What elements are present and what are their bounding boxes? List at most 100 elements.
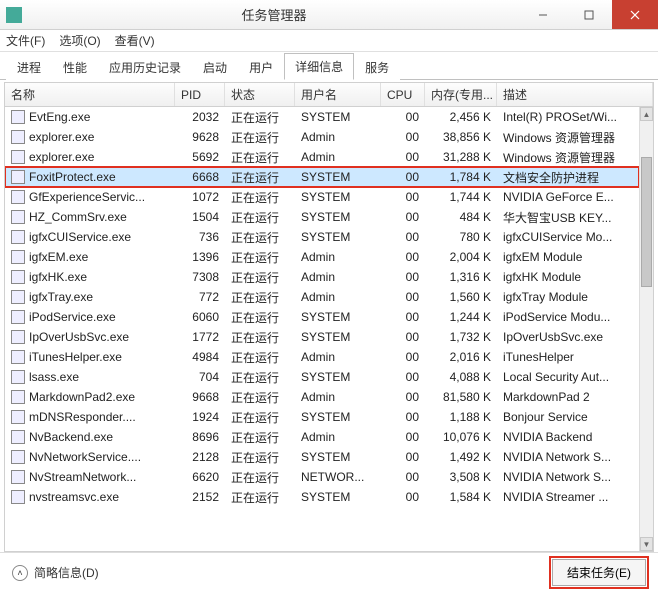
process-icon [11,310,25,324]
cell-pid: 772 [175,287,225,307]
maximize-button[interactable] [566,0,612,29]
cell-mem: 1,188 K [425,407,497,427]
tab-2[interactable]: 应用历史记录 [98,54,192,80]
cell-cpu: 00 [381,327,425,347]
process-icon [11,350,25,364]
cell-name: igfxCUIService.exe [5,227,175,247]
cell-status: 正在运行 [225,147,295,167]
cell-user: Admin [295,427,381,447]
table-row[interactable]: lsass.exe704正在运行SYSTEM004,088 KLocal Sec… [5,367,639,387]
process-icon [11,290,25,304]
cell-pid: 1072 [175,187,225,207]
tab-1[interactable]: 性能 [52,54,98,80]
titlebar: 任务管理器 [0,0,658,30]
process-table: 名称 PID 状态 用户名 CPU 内存(专用... 描述 EvtEng.exe… [4,82,654,552]
cell-desc: NVIDIA Network S... [497,447,639,467]
cell-pid: 2128 [175,447,225,467]
process-icon [11,190,25,204]
cell-user: SYSTEM [295,327,381,347]
tab-0[interactable]: 进程 [6,54,52,80]
col-name[interactable]: 名称 [5,83,175,106]
table-row[interactable]: MarkdownPad2.exe9668正在运行Admin0081,580 KM… [5,387,639,407]
table-row[interactable]: HZ_CommSrv.exe1504正在运行SYSTEM00484 K华大智宝U… [5,207,639,227]
table-row[interactable]: mDNSResponder....1924正在运行SYSTEM001,188 K… [5,407,639,427]
table-row[interactable]: igfxHK.exe7308正在运行Admin001,316 KigfxHK M… [5,267,639,287]
scrollbar[interactable]: ▲ ▼ [639,107,653,551]
app-icon [6,7,22,23]
scroll-up-icon[interactable]: ▲ [640,107,653,121]
process-icon [11,110,25,124]
cell-desc: 华大智宝USB KEY... [497,207,639,227]
col-mem[interactable]: 内存(专用... [425,83,497,106]
cell-mem: 1,316 K [425,267,497,287]
cell-pid: 6620 [175,467,225,487]
table-row[interactable]: explorer.exe9628正在运行Admin0038,856 KWindo… [5,127,639,147]
cell-pid: 7308 [175,267,225,287]
end-task-button[interactable]: 结束任务(E) [552,559,646,586]
tab-6[interactable]: 服务 [354,54,400,80]
table-row[interactable]: igfxCUIService.exe736正在运行SYSTEM00780 Kig… [5,227,639,247]
table-row[interactable]: FoxitProtect.exe6668正在运行SYSTEM001,784 K文… [5,167,639,187]
table-row[interactable]: GfExperienceServic...1072正在运行SYSTEM001,7… [5,187,639,207]
tabs: 进程性能应用历史记录启动用户详细信息服务 [0,52,658,80]
cell-desc: IpOverUsbSvc.exe [497,327,639,347]
cell-desc: NVIDIA GeForce E... [497,187,639,207]
tab-4[interactable]: 用户 [238,54,284,80]
cell-mem: 3,508 K [425,467,497,487]
menu-file[interactable]: 文件(F) [6,32,45,49]
table-row[interactable]: igfxTray.exe772正在运行Admin001,560 KigfxTra… [5,287,639,307]
cell-mem: 1,784 K [425,167,497,187]
cell-user: SYSTEM [295,187,381,207]
cell-name: iPodService.exe [5,307,175,327]
table-row[interactable]: nvstreamsvc.exe2152正在运行SYSTEM001,584 KNV… [5,487,639,507]
col-desc[interactable]: 描述 [497,83,653,106]
cell-name: IpOverUsbSvc.exe [5,327,175,347]
close-button[interactable] [612,0,658,29]
menu-options[interactable]: 选项(O) [59,32,100,49]
cell-user: Admin [295,387,381,407]
col-cpu[interactable]: CPU [381,83,425,106]
cell-status: 正在运行 [225,207,295,227]
cell-user: Admin [295,247,381,267]
table-row[interactable]: IpOverUsbSvc.exe1772正在运行SYSTEM001,732 KI… [5,327,639,347]
table-row[interactable]: explorer.exe5692正在运行Admin0031,288 KWindo… [5,147,639,167]
minimize-button[interactable] [520,0,566,29]
cell-cpu: 00 [381,267,425,287]
tab-5[interactable]: 详细信息 [284,53,354,80]
process-icon [11,330,25,344]
cell-mem: 1,584 K [425,487,497,507]
cell-pid: 9668 [175,387,225,407]
cell-status: 正在运行 [225,227,295,247]
cell-desc: NVIDIA Backend [497,427,639,447]
process-icon [11,210,25,224]
cell-name: GfExperienceServic... [5,187,175,207]
cell-cpu: 00 [381,167,425,187]
table-row[interactable]: NvStreamNetwork...6620正在运行NETWOR...003,5… [5,467,639,487]
cell-desc: Local Security Aut... [497,367,639,387]
col-status[interactable]: 状态 [225,83,295,106]
process-icon [11,250,25,264]
col-user[interactable]: 用户名 [295,83,381,106]
table-row[interactable]: igfxEM.exe1396正在运行Admin002,004 KigfxEM M… [5,247,639,267]
col-pid[interactable]: PID [175,83,225,106]
scroll-thumb[interactable] [641,157,652,287]
tab-3[interactable]: 启动 [192,54,238,80]
cell-pid: 9628 [175,127,225,147]
cell-pid: 5692 [175,147,225,167]
table-row[interactable]: iPodService.exe6060正在运行SYSTEM001,244 KiP… [5,307,639,327]
cell-desc: igfxTray Module [497,287,639,307]
cell-mem: 1,744 K [425,187,497,207]
table-row[interactable]: NvBackend.exe8696正在运行Admin0010,076 KNVID… [5,427,639,447]
cell-status: 正在运行 [225,407,295,427]
cell-status: 正在运行 [225,107,295,127]
table-row[interactable]: iTunesHelper.exe4984正在运行Admin002,016 KiT… [5,347,639,367]
table-row[interactable]: EvtEng.exe2032正在运行SYSTEM002,456 KIntel(R… [5,107,639,127]
fewer-details-button[interactable]: ˄ 简略信息(D) [12,564,99,581]
menu-view[interactable]: 查看(V) [115,32,155,49]
table-row[interactable]: NvNetworkService....2128正在运行SYSTEM001,49… [5,447,639,467]
cell-desc: NVIDIA Streamer ... [497,487,639,507]
cell-mem: 2,016 K [425,347,497,367]
cell-status: 正在运行 [225,427,295,447]
scroll-down-icon[interactable]: ▼ [640,537,653,551]
cell-name: EvtEng.exe [5,107,175,127]
